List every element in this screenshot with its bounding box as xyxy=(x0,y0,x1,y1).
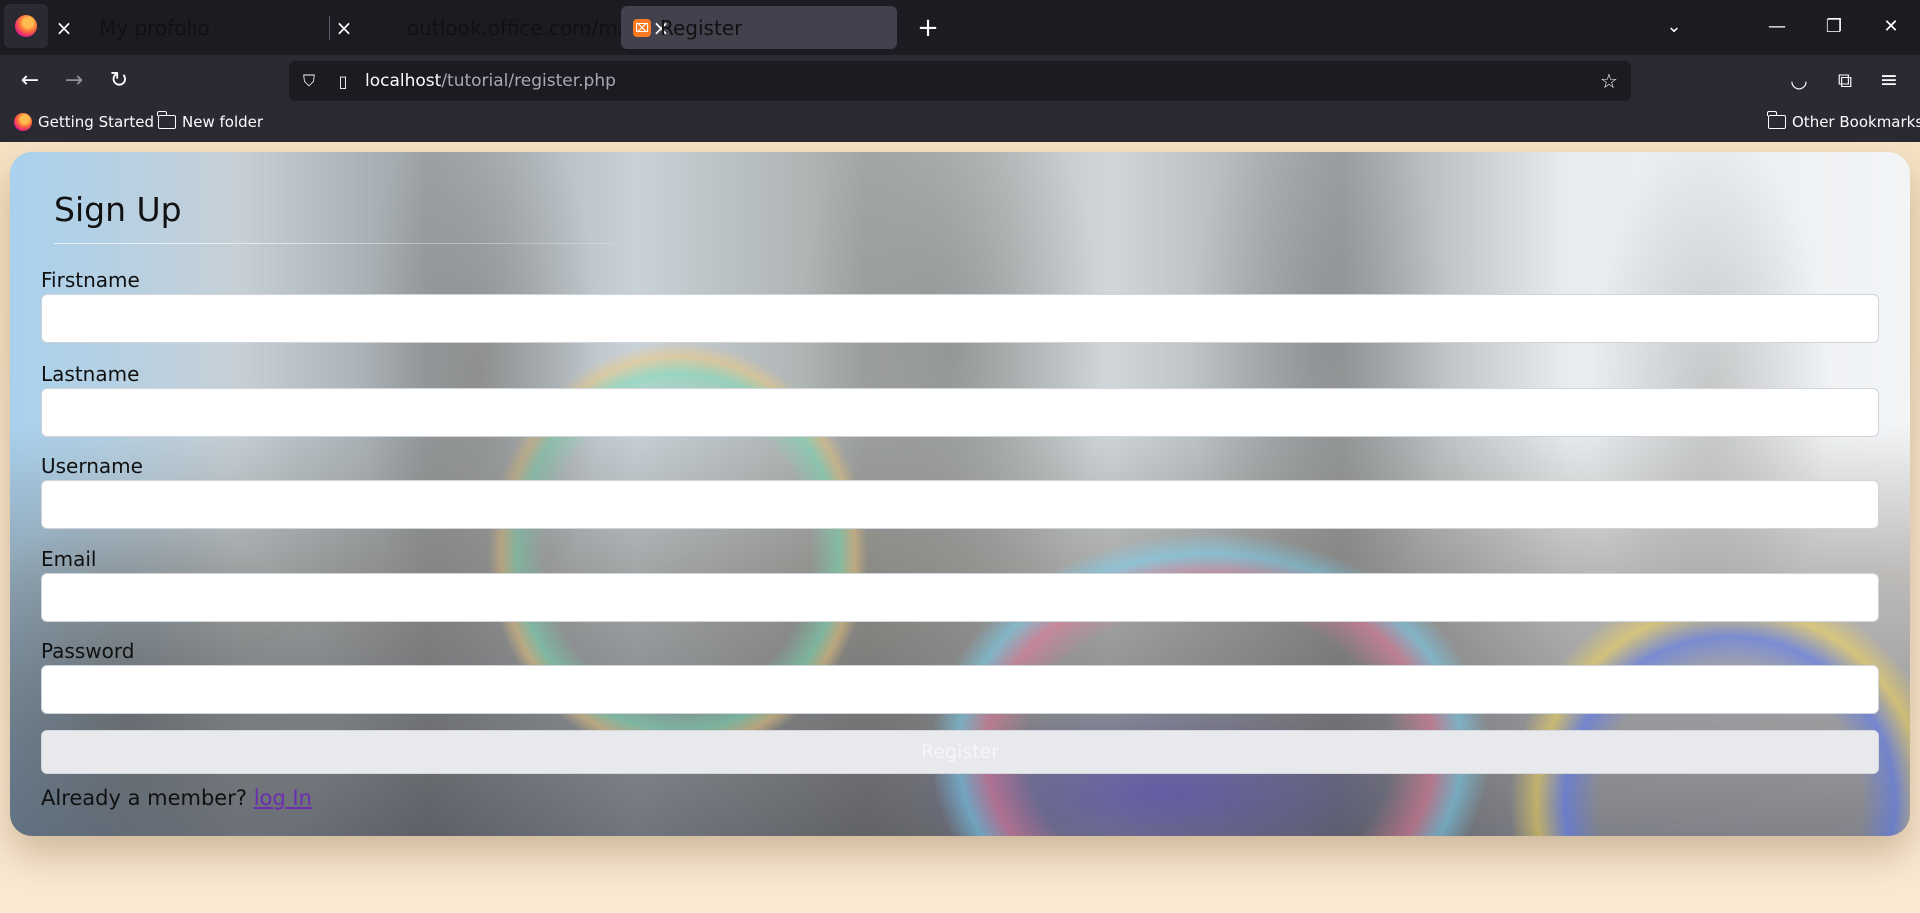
bookmark-getting-started[interactable]: Getting Started xyxy=(14,113,154,131)
login-prompt: Already a member? log In xyxy=(41,786,312,810)
page-title: Sign Up xyxy=(54,190,182,229)
app-menu-icon[interactable]: ≡ xyxy=(1871,63,1907,97)
url-path: /tutorial/register.php xyxy=(441,71,616,91)
bookmarks-toolbar: Getting Started New folder Other Bookmar… xyxy=(0,105,1920,142)
firstname-label: Firstname xyxy=(41,268,140,292)
restore-icon[interactable]: ❐ xyxy=(1814,8,1854,44)
member-prompt-text: Already a member? xyxy=(41,786,248,810)
password-input[interactable] xyxy=(41,665,1879,714)
list-all-tabs-icon[interactable]: ⌄ xyxy=(1654,8,1694,44)
tab-my-profolio[interactable]: My profolio × xyxy=(54,6,324,49)
tab-register[interactable]: ⌧ Register × xyxy=(621,6,897,49)
title-divider xyxy=(54,243,614,244)
lastname-input[interactable] xyxy=(41,388,1879,437)
firefox-view-button[interactable] xyxy=(4,4,48,48)
register-button[interactable]: Register xyxy=(41,730,1879,774)
page-info-icon[interactable]: ▯ xyxy=(333,71,353,91)
firefox-icon xyxy=(14,113,32,131)
url-text[interactable]: localhost/tutorial/register.php xyxy=(365,71,616,91)
folder-icon xyxy=(1767,111,1786,129)
reload-icon[interactable]: ↻ xyxy=(101,63,137,97)
xampp-favicon-icon: ⌧ xyxy=(633,18,651,37)
other-bookmarks[interactable]: Other Bookmarks xyxy=(1767,111,1920,131)
username-label: Username xyxy=(41,454,143,478)
tab-close-icon[interactable]: × xyxy=(334,18,354,38)
email-input[interactable] xyxy=(41,573,1879,622)
back-icon[interactable]: ← xyxy=(12,63,48,97)
tab-outlook[interactable]: outlook.office.com/mail/oauthRedirect × xyxy=(334,6,789,49)
forward-icon[interactable]: → xyxy=(56,63,92,97)
extensions-icon[interactable]: ⧉ xyxy=(1827,63,1863,97)
other-bookmarks-label: Other Bookmarks xyxy=(1792,113,1920,131)
tab-separator xyxy=(329,16,330,40)
lastname-label: Lastname xyxy=(41,362,140,386)
url-host: localhost xyxy=(365,71,442,91)
pocket-icon[interactable]: ◡ xyxy=(1781,63,1817,97)
login-link[interactable]: log In xyxy=(254,786,312,810)
tab-title: My profolio xyxy=(99,15,210,40)
tab-close-icon[interactable]: × xyxy=(54,18,74,38)
new-tab-button[interactable]: + xyxy=(912,12,944,44)
folder-icon xyxy=(157,111,176,129)
minimize-icon[interactable]: — xyxy=(1757,8,1797,44)
tracking-shield-icon[interactable]: ⛉ xyxy=(299,71,319,91)
window-close-icon[interactable]: ✕ xyxy=(1871,8,1911,44)
signup-card: Sign Up Firstname Lastname Username Emai… xyxy=(10,152,1910,836)
email-label: Email xyxy=(41,547,97,571)
password-label: Password xyxy=(41,639,135,663)
username-input[interactable] xyxy=(41,480,1879,529)
firstname-input[interactable] xyxy=(41,294,1879,343)
bookmark-new-folder[interactable]: New folder xyxy=(157,111,264,131)
bookmark-label: Getting Started xyxy=(38,113,154,131)
navigation-toolbar: ← → ↻ ⛉ ▯ localhost/tutorial/register.ph… xyxy=(0,55,1920,105)
tab-title: Register xyxy=(660,15,743,40)
bookmark-star-icon[interactable]: ☆ xyxy=(1599,69,1619,93)
firefox-icon xyxy=(15,15,37,37)
page-viewport: Sign Up Firstname Lastname Username Emai… xyxy=(0,142,1920,913)
address-bar[interactable]: ⛉ ▯ localhost/tutorial/register.php ☆ xyxy=(289,61,1631,101)
tab-strip: My profolio × outlook.office.com/mail/oa… xyxy=(0,0,1920,55)
bookmark-label: New folder xyxy=(182,113,264,131)
